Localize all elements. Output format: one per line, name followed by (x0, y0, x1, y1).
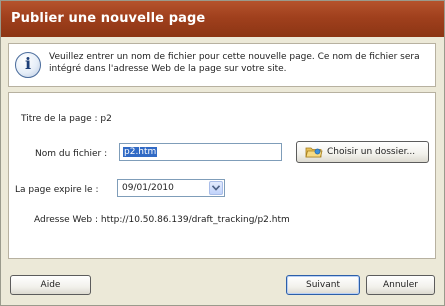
file-name-input[interactable]: p2.htm (119, 143, 282, 161)
next-button[interactable]: Suivant (286, 275, 360, 295)
page-title-label: Titre de la page : p2 (21, 114, 112, 124)
expire-label: La page expire le : (15, 185, 99, 195)
info-icon: i (15, 52, 41, 78)
folder-icon (305, 147, 323, 158)
expire-date-select[interactable]: 09/01/2010 (117, 179, 225, 197)
chevron-down-icon[interactable] (209, 181, 223, 195)
info-panel: i Veuillez entrer un nom de fichier pour… (8, 43, 436, 87)
form-panel: Titre de la page : p2 Nom du fichier : p… (8, 92, 436, 259)
info-message: Veuillez entrer un nom de fichier pour c… (49, 52, 420, 74)
expire-date-value: 09/01/2010 (122, 183, 174, 193)
file-name-value: p2.htm (123, 147, 158, 157)
cancel-button[interactable]: Annuler (366, 275, 435, 295)
title-bar: Publier une nouvelle page (1, 1, 444, 37)
choose-folder-label: Choisir un dossier... (327, 147, 416, 157)
web-address-label: Adresse Web : http://10.50.86.139/draft_… (34, 215, 290, 225)
dialog-title: Publier une nouvelle page (11, 11, 206, 26)
publish-page-dialog: Publier une nouvelle page i Veuillez ent… (0, 0, 445, 306)
help-button[interactable]: Aide (10, 275, 91, 295)
file-name-label: Nom du fichier : (35, 149, 108, 159)
choose-folder-button[interactable]: Choisir un dossier... (296, 141, 429, 163)
